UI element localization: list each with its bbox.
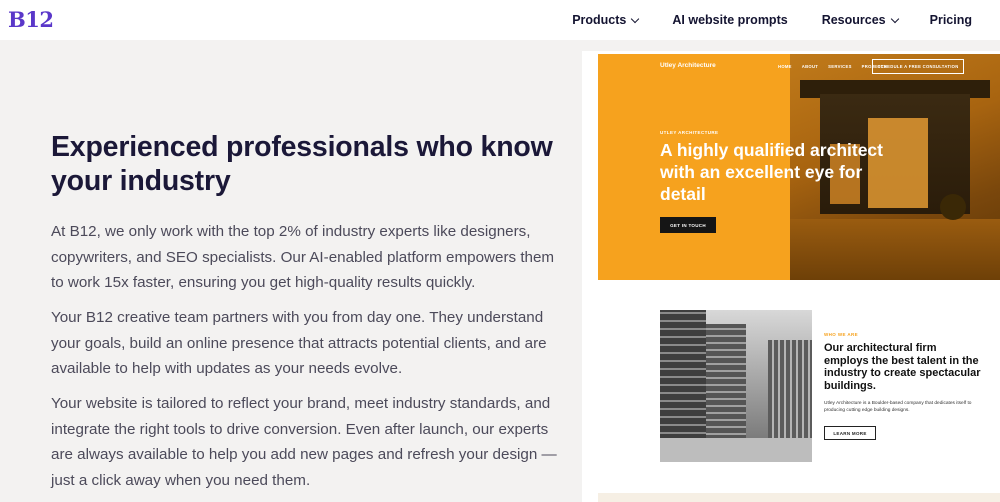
preview-learn-more-button: LEARN MORE (824, 426, 876, 440)
street (660, 438, 812, 462)
preview-menu-about: ABOUT (801, 64, 819, 69)
page-headline: Experienced professionals who know your … (51, 131, 553, 197)
preview-consultation-button: SCHEDULE A FREE CONSULTATION (872, 59, 964, 74)
tower (660, 310, 706, 440)
preview-menu: HOME ABOUT SERVICES PROJECTS (778, 64, 887, 69)
preview-kicker: UTLEY ARCHITECTURE (660, 130, 719, 135)
nav-ai-website-prompts[interactable]: AI website prompts (672, 13, 787, 27)
tree (940, 194, 966, 220)
nav-products-label: Products (572, 13, 627, 27)
b12-logo[interactable]: B12 (8, 7, 54, 32)
nav-pricing-label: Pricing (929, 13, 972, 27)
preview-about-body: Utley Architecture is a Boulder-based co… (824, 401, 972, 413)
nav-pricing[interactable]: Pricing (930, 13, 972, 27)
tower (768, 340, 812, 440)
lawn (790, 219, 1000, 280)
preview-menu-home: HOME (778, 64, 792, 69)
tower (706, 324, 746, 440)
preview-about-title: Our architectural firm employs the best … (824, 342, 981, 392)
team-paragraph: Your B12 creative team partners with you… (51, 309, 547, 377)
nav-products[interactable]: Products (572, 13, 640, 27)
intro-paragraph: At B12, we only work with the top 2% of … (51, 223, 555, 291)
top-nav: B12 Products AI website prompts Resource… (0, 0, 1000, 40)
preview-about-kicker: WHO WE ARE (824, 332, 859, 337)
preview-hero: Utley Architecture HOME ABOUT SERVICES P… (598, 54, 1000, 280)
preview-menu-services: SERVICES (828, 64, 852, 69)
nav-resources-label: Resources (821, 13, 886, 27)
chevron-down-icon (631, 14, 640, 23)
preview-brand: Utley Architecture (660, 62, 716, 69)
preview-hero-title: A highly qualified architect with an exc… (660, 140, 883, 204)
tailored-paragraph: Your website is tailored to reflect your… (51, 395, 557, 489)
city-buildings-photo (660, 310, 812, 462)
preview-next-section (598, 493, 1000, 502)
chevron-down-icon (890, 14, 899, 23)
nav-menu: Products AI website prompts Resources Pr… (572, 0, 972, 40)
website-preview: Utley Architecture HOME ABOUT SERVICES P… (582, 51, 1000, 502)
nav-resources[interactable]: Resources (821, 13, 899, 27)
preview-get-in-touch-button: GET IN TOUCH (660, 217, 716, 233)
nav-prompts-label: AI website prompts (672, 13, 788, 27)
